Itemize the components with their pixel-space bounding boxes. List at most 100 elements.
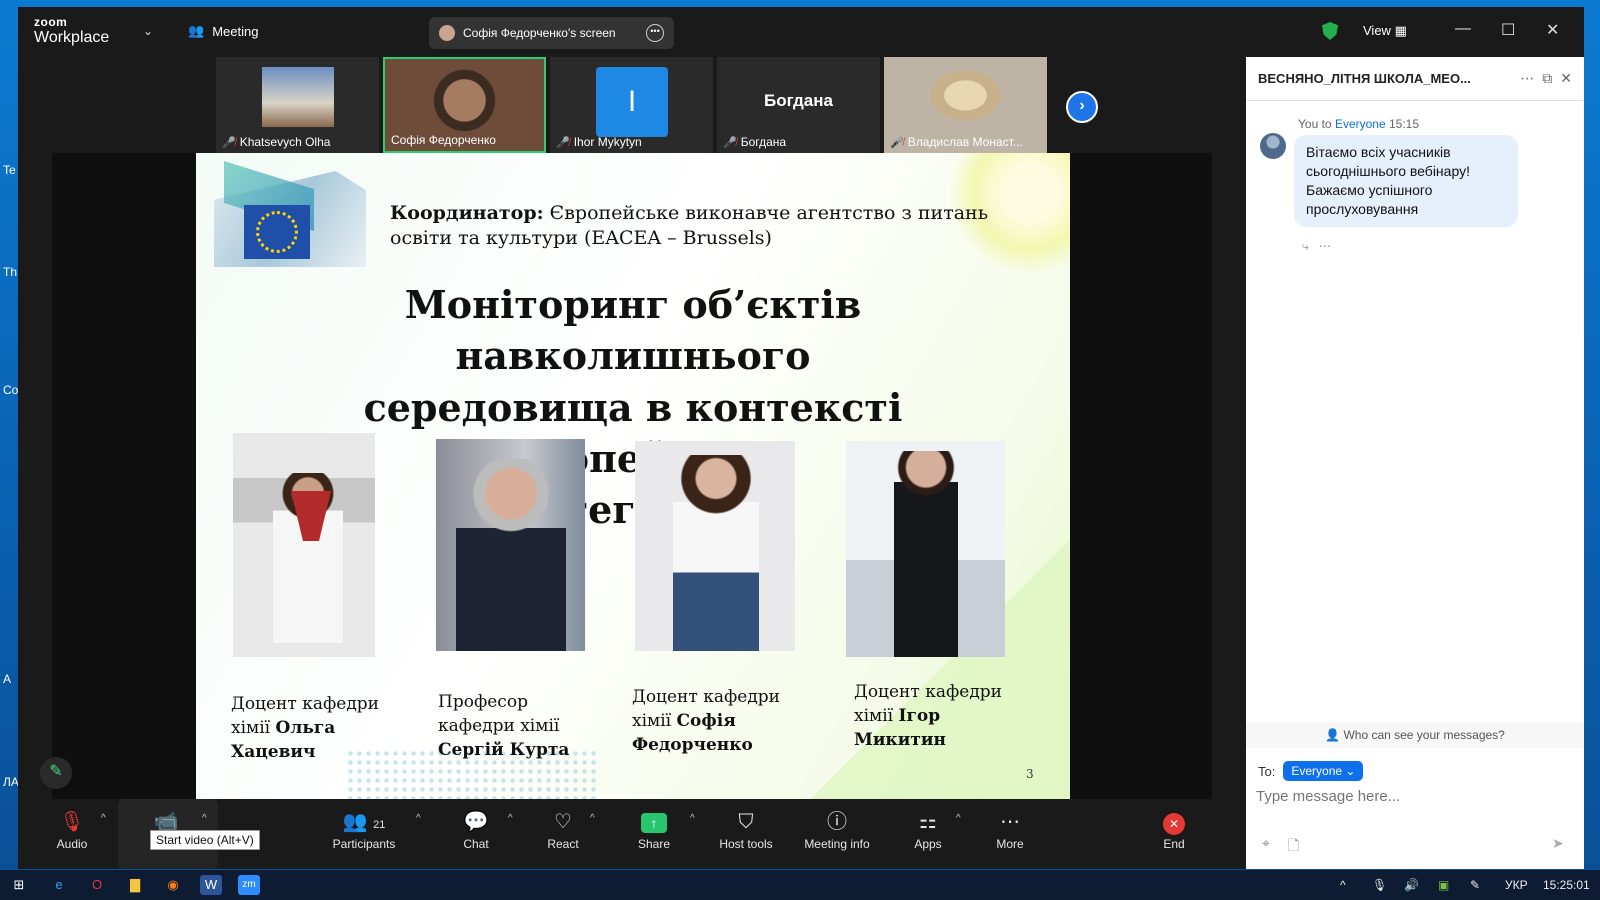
windows-start-icon[interactable]: ⊞ — [8, 875, 30, 895]
more-options-icon[interactable]: ••• — [646, 24, 664, 42]
zoom-logo[interactable]: zoom Workplace — [34, 16, 109, 46]
message-recipient[interactable]: Everyone — [1335, 117, 1386, 131]
chevron-right-icon: › — [1079, 97, 1085, 114]
desktop-label[interactable]: ЛА — [3, 775, 19, 789]
chevron-up-icon[interactable]: ^ — [690, 813, 695, 824]
caption-name: Сергій Курта — [438, 739, 570, 760]
end-button[interactable]: ✕ End — [1134, 807, 1214, 851]
chat-message-input[interactable] — [1256, 781, 1566, 811]
end-call-icon: ✕ — [1163, 813, 1185, 835]
shield-icon: ⛉ — [738, 811, 754, 833]
participant-name: Софія Федорченко — [391, 133, 496, 147]
chat-label: Chat — [463, 837, 489, 851]
chevron-down-icon[interactable]: ⌄ — [143, 24, 153, 38]
zoom-taskbar-icon[interactable]: zm — [238, 875, 260, 895]
volume-icon[interactable]: 🔊 — [1404, 878, 1419, 892]
chevron-up-icon[interactable]: ^ — [590, 813, 595, 824]
word-icon[interactable]: W — [200, 875, 222, 895]
chat-button[interactable]: 💬 Chat — [436, 807, 516, 851]
format-icon[interactable]: ⌖ — [1262, 835, 1270, 859]
microphone-icon[interactable]: 🎙 — [1372, 878, 1387, 892]
file-icon[interactable]: 🗋 — [1288, 835, 1299, 859]
mic-muted-icon: 🎙 — [59, 811, 85, 833]
edge-icon[interactable]: e — [48, 875, 70, 895]
file-explorer-icon[interactable]: ▇ — [124, 875, 146, 895]
shield-icon[interactable] — [1322, 22, 1338, 40]
desktop-label[interactable]: Te — [3, 163, 16, 177]
recipient-dropdown[interactable]: Everyone ⌄ — [1283, 761, 1364, 781]
chevron-up-icon[interactable]: ^ — [416, 813, 421, 824]
participant-tile[interactable]: 🎤̸ Владислав Монаст... — [884, 57, 1047, 153]
participant-tile[interactable]: 🎤̸ Khatsevych Olha — [216, 57, 379, 153]
message-time: 15:15 — [1385, 117, 1420, 131]
screen-share-pill[interactable]: Софія Федорченко's screen ••• — [429, 17, 674, 49]
desktop-label[interactable]: Co — [3, 383, 18, 397]
participant-tile-active[interactable]: Софія Федорченко — [383, 57, 546, 153]
who-can-see-link[interactable]: 👤 Who can see your messages? — [1246, 722, 1584, 748]
participant-name-row: 🎤̸ Владислав Монаст... — [890, 135, 1023, 149]
participant-tile[interactable]: Богдана 🎤̸ Богдана — [717, 57, 880, 153]
participant-name: Богдана — [740, 135, 787, 149]
close-icon[interactable]: ✕ — [1546, 20, 1559, 40]
minimize-icon[interactable]: — — [1455, 20, 1471, 38]
share-button[interactable]: ↑ Share — [614, 807, 694, 851]
clock[interactable]: 15:25:01 — [1543, 878, 1590, 892]
recipient-row: To: Everyone ⌄ — [1258, 761, 1364, 781]
host-tools-label: Host tools — [719, 837, 773, 851]
participant-video — [262, 67, 334, 127]
opera-icon[interactable]: O — [86, 875, 108, 895]
more-button[interactable]: ⋯ More — [970, 807, 1050, 851]
person-caption: Доцент кафедри хімії Софія Федорченко — [632, 686, 792, 757]
desktop-label[interactable]: А — [3, 672, 11, 686]
nvidia-icon[interactable]: ▣ — [1438, 878, 1449, 892]
send-icon[interactable]: ➤ — [1552, 835, 1564, 852]
participants-count: 21 — [373, 819, 386, 831]
more-options-icon[interactable]: ⋯ — [1520, 70, 1534, 87]
message-meta: You to Everyone 15:15 — [1298, 117, 1419, 131]
participant-name: Владислав Монаст... — [907, 135, 1023, 149]
more-options-icon[interactable]: ⋯ — [1319, 239, 1331, 253]
meeting-info-button[interactable]: ⓘ Meeting info — [797, 807, 877, 851]
chevron-up-icon[interactable]: ^ — [508, 813, 513, 824]
chevron-up-icon[interactable]: ^ — [1340, 878, 1346, 892]
host-tools-button[interactable]: ⛉ Host tools — [706, 807, 786, 851]
meeting-info-label: Meeting info — [804, 837, 870, 851]
screen-share-label: Софія Федорченко's screen — [463, 26, 616, 40]
coordinator-text: Координатор: Європейське виконавче агент… — [390, 201, 1040, 250]
maximize-icon[interactable]: ☐ — [1501, 20, 1515, 40]
chevron-up-icon[interactable]: ^ — [202, 813, 207, 824]
participants-button[interactable]: 👥 21 Participants — [324, 807, 404, 851]
language-indicator[interactable]: УКР — [1505, 878, 1528, 892]
video-tooltip: Start video (Alt+V) — [150, 830, 260, 850]
chat-title: ВЕСНЯНО_ЛІТНЯ ШКОЛА_МЕО... — [1258, 71, 1471, 86]
mic-muted-icon: 🎤̸ — [222, 136, 236, 149]
view-button[interactable]: View ▦ — [1363, 23, 1407, 39]
person-photo — [846, 441, 1005, 657]
audio-button[interactable]: 🎙 Audio — [32, 807, 112, 851]
meeting-stage: 🎤̸ Khatsevych Olha Софія Федорченко I 🎤̸ I… — [18, 57, 1246, 799]
person-caption: Професор кафедри хімії Сергій Курта — [438, 691, 588, 762]
share-label: Share — [637, 837, 671, 851]
desktop-label[interactable]: Th — [3, 265, 17, 279]
participant-name-display: Богдана — [763, 91, 833, 110]
chat-header: ВЕСНЯНО_ЛІТНЯ ШКОЛА_МЕО... ⋯ ⧉ ✕ — [1246, 57, 1584, 101]
meeting-menu[interactable]: 👥 Meeting — [188, 23, 258, 39]
avast-icon[interactable]: ◉ — [162, 875, 184, 895]
presentation-slide: Координатор: Європейське виконавче агент… — [196, 153, 1070, 799]
chevron-up-icon[interactable]: ^ — [101, 813, 106, 824]
pen-icon[interactable]: ✎ — [1470, 878, 1480, 892]
chat-message[interactable]: Вітаємо всіх учасників сьогоднішнього ве… — [1294, 135, 1518, 227]
avatar — [439, 25, 455, 41]
mic-muted-icon: 🎤̸ — [723, 136, 737, 149]
participant-tile[interactable]: I 🎤̸ Ihor Mykytyn — [550, 57, 713, 153]
who-can-see-label: Who can see your messages? — [1343, 728, 1505, 742]
reply-icon[interactable]: ⤷ — [1302, 239, 1309, 253]
annotate-pen-button[interactable]: ✎ — [40, 757, 72, 789]
close-icon[interactable]: ✕ — [1560, 70, 1572, 87]
chevron-up-icon[interactable]: ^ — [956, 813, 961, 824]
participant-name-row: 🎤̸ Ihor Mykytyn — [556, 135, 642, 149]
pop-out-icon[interactable]: ⧉ — [1542, 70, 1552, 87]
info-icon: ⓘ — [827, 811, 847, 833]
next-page-button[interactable]: › — [1066, 91, 1098, 123]
participant-name-row: 🎤̸ Khatsevych Olha — [222, 135, 330, 149]
